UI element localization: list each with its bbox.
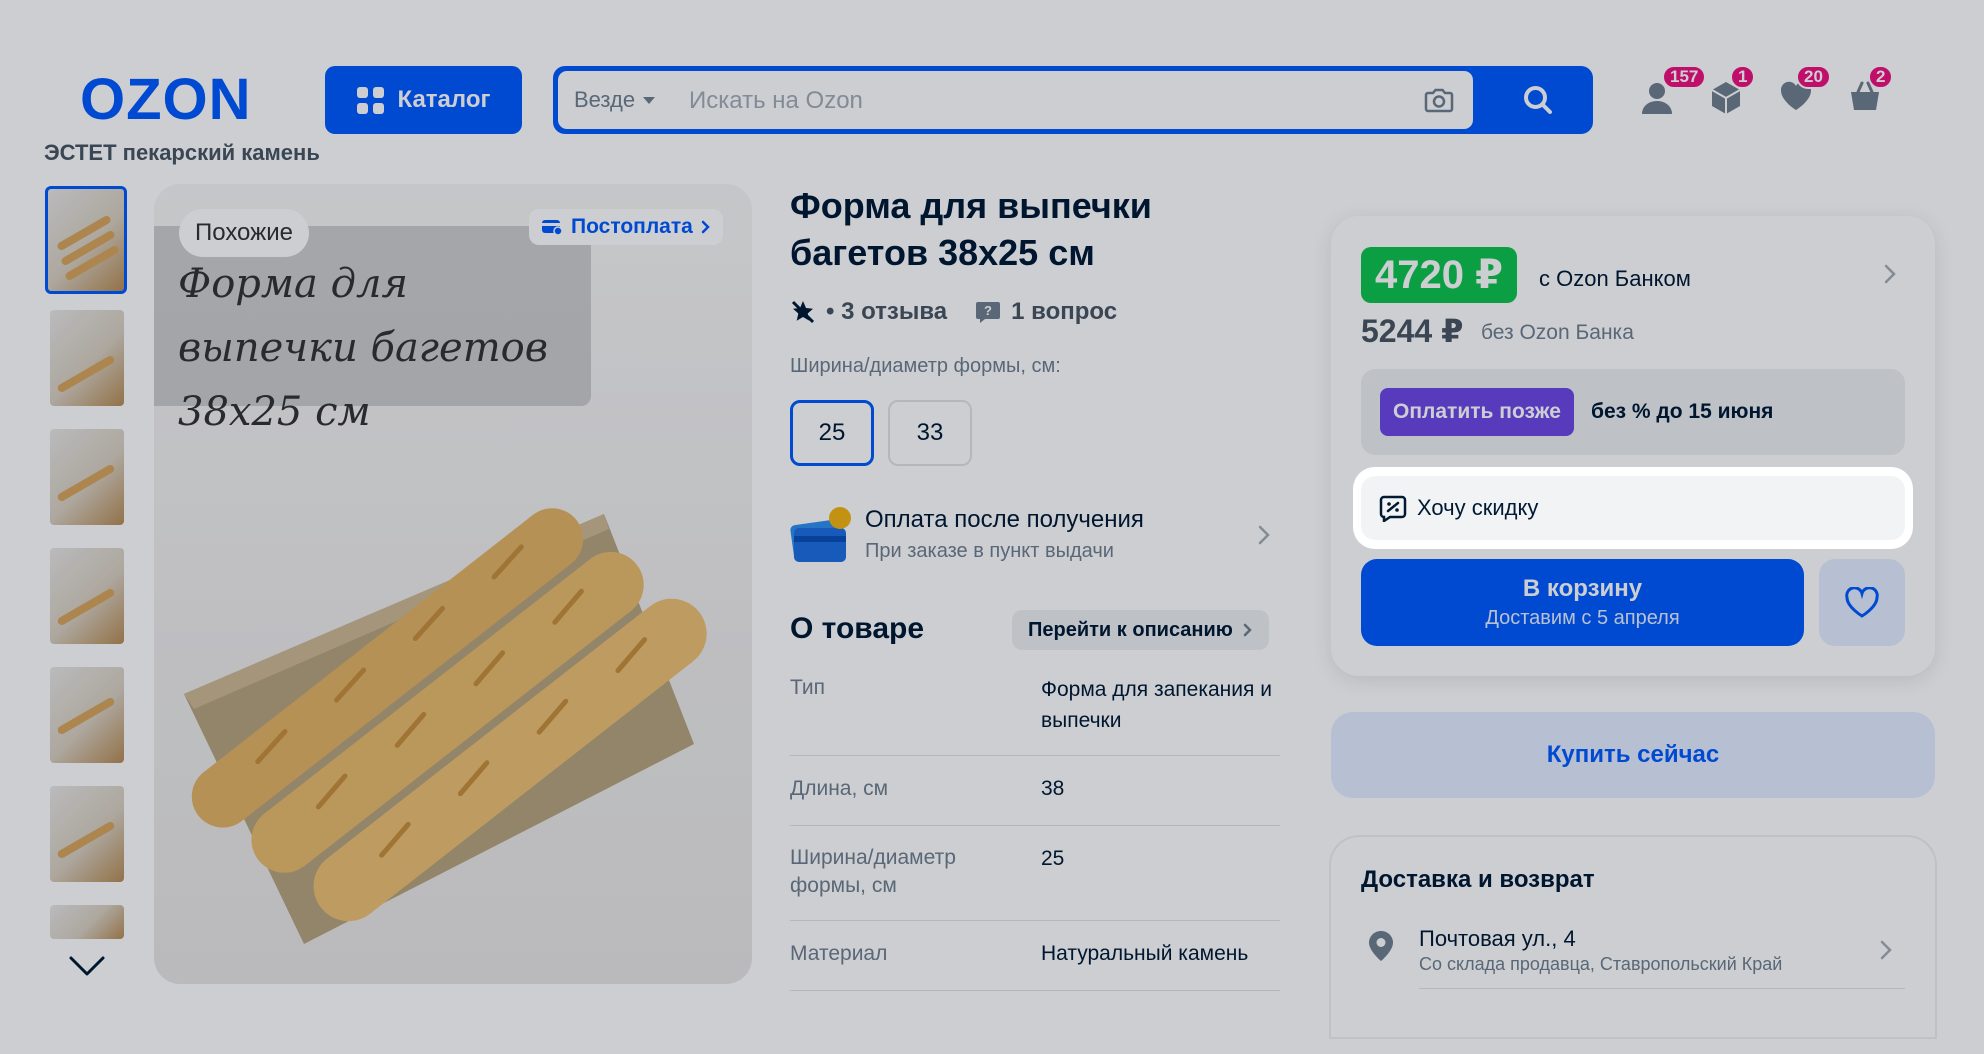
pay-after-title[interactable]: Оплата после получения (865, 506, 1144, 534)
product-title: Форма для выпечки багетов 38х25 см (790, 185, 1152, 273)
favorites-badge: 20 (1796, 65, 1831, 89)
rating-row: • 3 отзыва ? 1 вопрос (790, 298, 1117, 326)
delivery-date: Доставим с 5 апреля (1485, 607, 1680, 629)
delivery-address[interactable]: Почтовая ул., 4 (1419, 926, 1576, 952)
gallery-thumb[interactable] (50, 429, 124, 525)
chevron-right-icon[interactable] (1884, 264, 1896, 289)
want-discount-label: Хочу скидку (1417, 495, 1539, 520)
heart-icon (1845, 586, 1879, 618)
spec-value: 25 (1041, 847, 1065, 870)
chevron-down-icon[interactable] (68, 954, 106, 983)
price-with-card[interactable]: 4720 ₽ (1361, 247, 1517, 303)
divider (790, 755, 1280, 756)
chevron-right-icon (701, 220, 710, 234)
orders-badge: 1 (1730, 65, 1756, 89)
gallery-thumb[interactable] (50, 905, 124, 939)
spec-label: Длина, см (790, 777, 889, 800)
divider (790, 920, 1280, 921)
pay-later-text: без % до 15 июня (1591, 400, 1774, 423)
divider (1419, 988, 1905, 989)
spec-label: Тип (790, 676, 826, 699)
gallery-thumb[interactable] (50, 667, 124, 763)
product-main-image[interactable]: Форма для выпечки багетов 38х25 см Похож… (154, 184, 752, 984)
question-icon: ? (976, 302, 1001, 323)
goto-description-button[interactable]: Перейти к описанию (1012, 610, 1269, 650)
image-overlay-text: Форма для выпечки багетов 38х25 см (178, 261, 548, 435)
location-pin-icon (1368, 930, 1394, 967)
size-option-25[interactable]: 25 (790, 400, 874, 466)
price-without-card: 5244 ₽ (1361, 313, 1464, 349)
delivery-heading: Доставка и возврат (1361, 866, 1595, 893)
goto-description-label: Перейти к описанию (1028, 618, 1233, 641)
search-scope-label: Везде (574, 87, 636, 112)
ozon-logo[interactable]: OZON (80, 70, 252, 130)
chevron-right-icon[interactable] (1880, 940, 1892, 965)
camera-icon[interactable] (1424, 86, 1454, 119)
favorite-button[interactable] (1819, 559, 1905, 646)
add-to-cart-button[interactable]: В корзину Доставим с 5 апреля (1361, 559, 1804, 646)
similar-button[interactable]: Похожие (179, 209, 309, 257)
postpay-label: Постоплата (571, 215, 693, 238)
chevron-right-icon[interactable] (1258, 525, 1270, 550)
search-icon (1523, 86, 1552, 114)
chevron-right-icon (1243, 623, 1252, 637)
with-bank-label: с Ozon Банком (1539, 266, 1691, 291)
chevron-down-icon (643, 96, 656, 104)
width-option-label: Ширина/диаметр формы, см: (790, 355, 1061, 377)
search-input[interactable] (687, 81, 1391, 121)
gallery-thumb[interactable] (50, 310, 124, 406)
spec-value: Натуральный камень (1041, 942, 1249, 965)
without-bank-label: без Ozon Банка (1481, 321, 1634, 344)
gallery-thumb[interactable] (50, 786, 124, 882)
questions-link[interactable]: 1 вопрос (1011, 298, 1117, 326)
search-scope-dropdown[interactable]: Везде (574, 84, 656, 116)
card-icon (542, 220, 563, 236)
spec-value: Форма для запекания и выпечки (1041, 678, 1272, 732)
want-discount-button[interactable]: Хочу скидку (1361, 476, 1905, 540)
delivery-source: Со склада продавца, Ставропольский Край (1419, 954, 1783, 974)
add-to-cart-label: В корзину (1522, 575, 1643, 602)
svg-text:?: ? (984, 303, 992, 318)
gallery-thumb[interactable] (50, 548, 124, 644)
cart-badge: 2 (1868, 65, 1894, 89)
buy-now-button[interactable]: Купить сейчас (1331, 712, 1935, 798)
gallery-thumb[interactable] (45, 186, 127, 294)
divider (790, 990, 1280, 991)
catalog-button[interactable]: Каталог (325, 66, 522, 134)
pay-after-subtitle: При заказе в пункт выдачи (865, 540, 1114, 562)
postpay-badge[interactable]: Постоплата (529, 209, 723, 245)
profile-badge: 157 (1662, 65, 1707, 89)
about-heading: О товаре (790, 612, 925, 645)
grid-icon (356, 86, 384, 114)
discount-icon (1379, 495, 1407, 522)
divider (790, 825, 1280, 826)
spec-label: Ширина/диаметр формы, см (790, 846, 956, 897)
spec-label: Материал (790, 942, 888, 965)
pay-later-button[interactable]: Оплатить позже (1380, 388, 1574, 436)
size-option-33[interactable]: 33 (888, 400, 972, 466)
spec-value: 38 (1041, 777, 1065, 800)
reviews-link[interactable]: • 3 отзыва (826, 298, 947, 326)
catalog-label: Каталог (397, 86, 491, 113)
star-crossed-icon (791, 300, 815, 324)
payment-cards-icon (790, 506, 852, 571)
search-button[interactable] (1482, 66, 1593, 134)
breadcrumb[interactable]: ЭСТЕТ пекарский камень (44, 140, 320, 166)
